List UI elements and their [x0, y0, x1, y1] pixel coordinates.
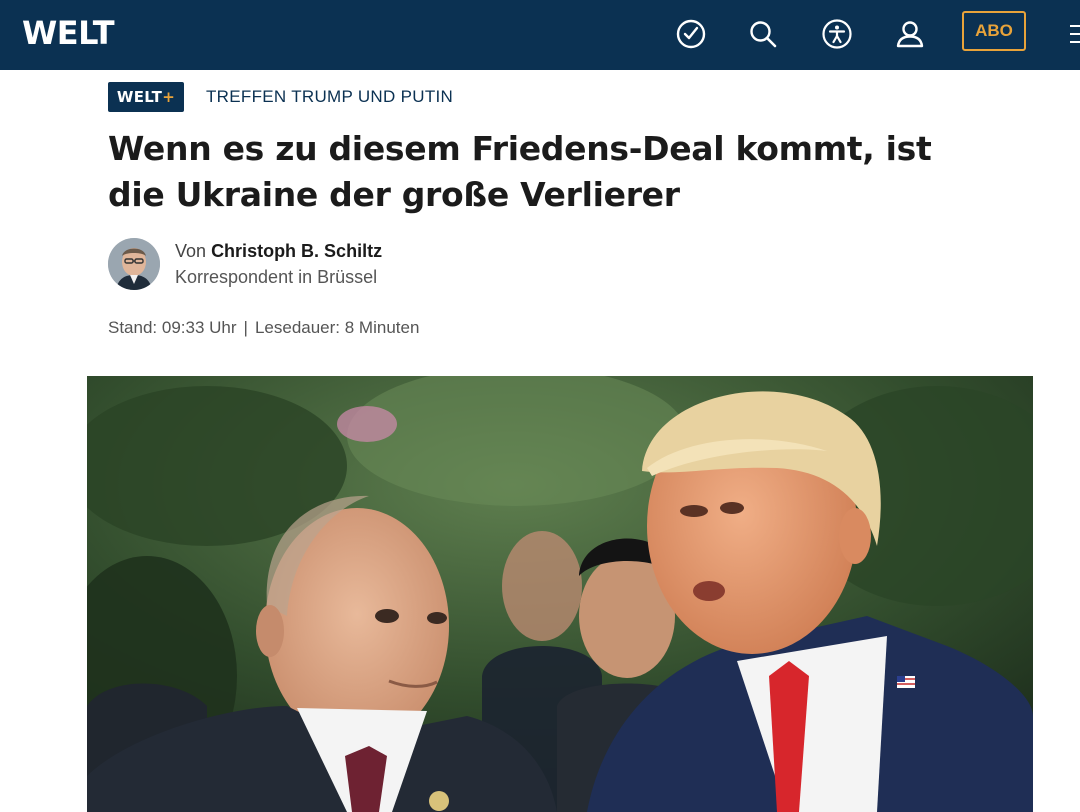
article-meta: Stand: 09:33 Uhr | Lesedauer: 8 Minuten — [108, 317, 419, 339]
meta-separator: | — [243, 318, 248, 337]
author-prefix: Von — [175, 241, 207, 261]
abo-button[interactable]: ABO — [962, 11, 1026, 51]
user-icon[interactable] — [892, 16, 928, 52]
article-page: WELT ABO WELT + TREFFEN TRUMP UND PUTIN … — [0, 0, 1080, 812]
author-avatar[interactable] — [108, 238, 160, 290]
search-icon[interactable] — [745, 16, 781, 52]
article-topic-kicker[interactable]: TREFFEN TRUMP UND PUTIN — [206, 86, 453, 108]
accessibility-icon[interactable] — [819, 16, 855, 52]
clock-check-icon[interactable] — [673, 16, 709, 52]
welt-plus-badge[interactable]: WELT + — [108, 82, 184, 112]
reading-time: Lesedauer: 8 Minuten — [254, 318, 420, 337]
top-navigation-bar: WELT ABO — [0, 0, 1080, 70]
welt-plus-badge-plus: + — [162, 88, 176, 106]
author-name-link[interactable]: Christoph B. Schiltz — [211, 241, 382, 261]
welt-logo[interactable]: WELT — [22, 13, 115, 53]
hero-image[interactable] — [87, 376, 1033, 812]
article-headline: Wenn es zu diesem Friedens-Deal kommt, i… — [108, 129, 932, 214]
menu-icon[interactable] — [1064, 22, 1080, 48]
author-byline: Von Christoph B. Schiltz — [175, 240, 382, 262]
publish-time: Stand: 09:33 Uhr — [108, 318, 237, 337]
welt-plus-badge-text: WELT — [116, 88, 163, 106]
author-role: Korrespondent in Brüssel — [175, 267, 378, 287]
